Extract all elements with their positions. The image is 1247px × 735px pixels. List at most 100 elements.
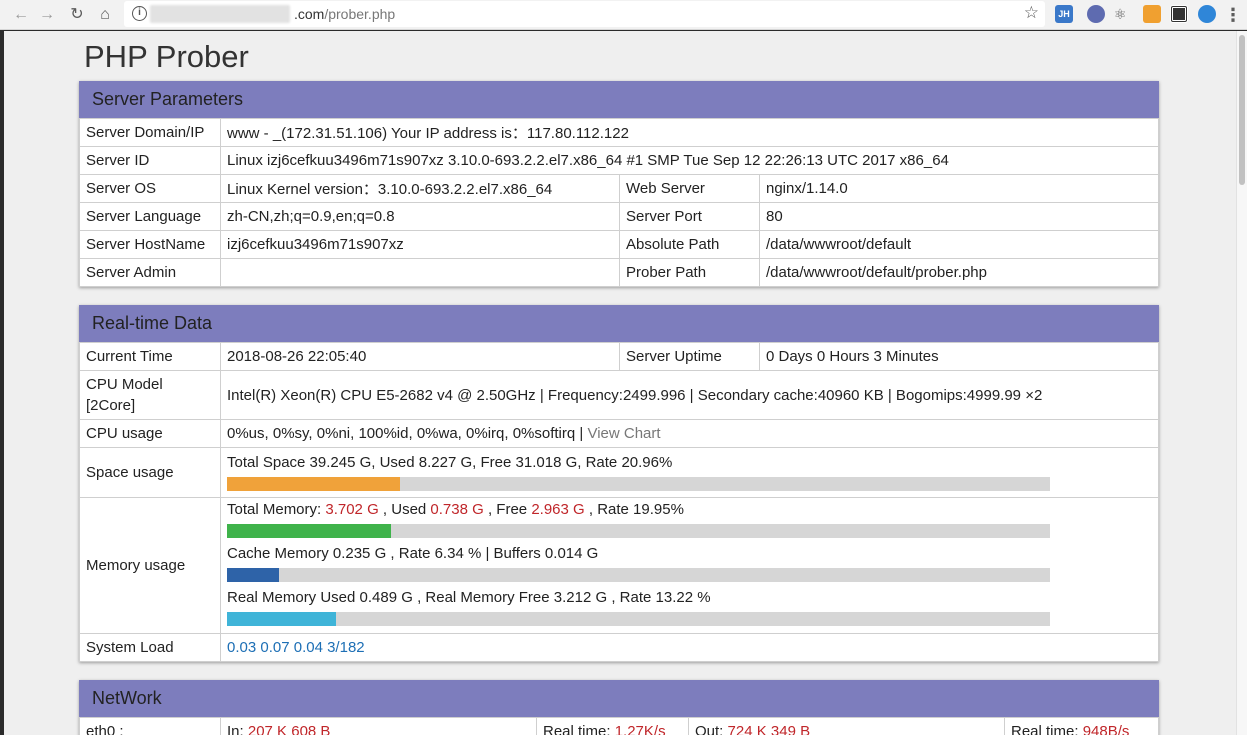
page-title: PHP Prober xyxy=(84,39,249,74)
table-row: eth0 : In: 207 K 608 B Real time: 1.27K/… xyxy=(79,717,1159,735)
space-text: Total Space 39.245 G, Used xyxy=(227,454,419,471)
back-icon[interactable]: ← xyxy=(10,4,32,26)
server-parameters-section: Server Parameters Server Domain/IP www -… xyxy=(79,81,1159,287)
table-row: Space usage Total Space 39.245 G, Used 8… xyxy=(79,447,1159,498)
table-row: System Load 0.03 0.07 0.04 3/182 xyxy=(79,633,1159,662)
net-in-value: 207 K 608 B xyxy=(247,723,331,735)
net-text: In: xyxy=(227,723,248,735)
extension-blue-icon[interactable] xyxy=(1198,5,1216,23)
extension-react-icon[interactable]: ⚛ xyxy=(1111,5,1129,23)
real-memory-bar-fill xyxy=(227,612,336,626)
memory-total-text: Total Memory: 3.702 G , Used 0.738 G , F… xyxy=(227,501,1152,518)
cell-label: Server Domain/IP xyxy=(79,118,221,147)
url-text: .com/prober.php xyxy=(294,6,395,22)
cell-value: Linux izj6cefkuu3496m71s907xz 3.10.0-693… xyxy=(220,146,1159,175)
net-text: Real time: xyxy=(1011,723,1083,735)
forward-icon[interactable]: → xyxy=(36,4,58,26)
table-row: Memory usage Total Memory: 3.702 G , Use… xyxy=(79,497,1159,634)
cell-label: Server HostName xyxy=(79,230,221,259)
net-rt-in-value: 1.27K/s xyxy=(614,723,666,735)
reload-icon[interactable]: ↻ xyxy=(66,4,88,26)
real-memory-text: Real Memory Used 0.489 G , Real Memory F… xyxy=(227,589,711,606)
view-chart-link[interactable]: View Chart xyxy=(587,425,660,442)
net-text: Out: xyxy=(695,723,728,735)
mem-used-value: 0.738 G xyxy=(430,501,484,518)
extension-qr-icon[interactable] xyxy=(1170,5,1188,23)
real-memory-bar xyxy=(227,612,1050,626)
net-rt-out-value: 948B/s xyxy=(1082,723,1130,735)
net-text: Real time: xyxy=(543,723,615,735)
mem-rate-text: , Rate 19.95% xyxy=(584,501,684,518)
extension-jh-icon[interactable]: JH xyxy=(1055,5,1073,23)
cell-value: Total Memory: 3.702 G , Used 0.738 G , F… xyxy=(220,497,1159,634)
section-header-server-parameters: Server Parameters xyxy=(79,81,1159,118)
cell-value: izj6cefkuu3496m71s907xz xyxy=(220,230,620,259)
table-row: Server Admin Prober Path /data/wwwroot/d… xyxy=(79,258,1159,287)
server-parameters-table: Server Domain/IP www - _(172.31.51.106) … xyxy=(79,118,1159,287)
site-info-icon[interactable]: i xyxy=(132,6,147,21)
url-path: /prober.php xyxy=(324,6,396,22)
cell-label: Absolute Path xyxy=(619,230,760,259)
table-row: Server Domain/IP www - _(172.31.51.106) … xyxy=(79,118,1159,147)
cell-label: Server Language xyxy=(79,202,221,231)
space-free-value: 31.018 xyxy=(515,454,562,471)
space-usage-text: Total Space 39.245 G, Used 8.227 G, Free… xyxy=(227,454,1152,471)
scrollbar-thumb[interactable] xyxy=(1239,35,1245,185)
cell-label: Server Admin xyxy=(79,258,221,287)
cell-label: Server ID xyxy=(79,146,221,175)
space-usage-bar-fill xyxy=(227,477,400,491)
table-row: CPU Model [2Core] Intel(R) Xeon(R) CPU E… xyxy=(79,370,1159,420)
table-row: Server OS Linux Kernel version：3.10.0-69… xyxy=(79,174,1159,203)
cell-value xyxy=(220,258,620,287)
vertical-scrollbar[interactable] xyxy=(1236,31,1247,735)
table-row: Current Time 2018-08-26 22:05:40 Server … xyxy=(79,342,1159,371)
space-used-value: 8.227 xyxy=(418,454,457,471)
cell-value: www - _(172.31.51.106) Your IP address i… xyxy=(220,118,1159,147)
table-row: Server HostName izj6cefkuu3496m71s907xz … xyxy=(79,230,1159,259)
cell-value: 0 Days 0 Hours 3 Minutes xyxy=(759,342,1159,371)
bookmark-star-icon[interactable]: ☆ xyxy=(1024,3,1039,23)
extension-yellow-icon[interactable] xyxy=(1143,5,1161,23)
space-text: G, Free xyxy=(456,454,516,471)
network-section: NetWork eth0 : In: 207 K 608 B Real time… xyxy=(79,680,1159,735)
space-usage-bar xyxy=(227,477,1050,491)
cpu-usage-text: 0%us, 0%sy, 0%ni, 100%id, 0%wa, 0%irq, 0… xyxy=(227,425,588,442)
cell-value: Real time: 948B/s xyxy=(1004,717,1159,735)
mem-text: , Used xyxy=(378,501,431,518)
system-load-value: 0.03 0.07 0.04 3/182 xyxy=(220,633,1159,662)
home-icon[interactable]: ⌂ xyxy=(94,4,116,26)
space-rate-text: G, Rate 20.96% xyxy=(561,454,673,471)
table-row: Server Language zh-CN,zh;q=0.9,en;q=0.8 … xyxy=(79,202,1159,231)
section-header-network: NetWork xyxy=(79,680,1159,717)
extension-globe-icon[interactable] xyxy=(1087,5,1105,23)
cell-label: System Load xyxy=(79,633,221,662)
mem-text: Total Memory: xyxy=(227,501,326,518)
page-content: PHP Prober Server Parameters Server Doma… xyxy=(4,31,1236,735)
browser-toolbar: ← → ↻ ⌂ i .com/prober.php ☆ JH ⚛ ⋮ xyxy=(0,0,1247,30)
mem-text: , Free xyxy=(483,501,532,518)
cell-value: 2018-08-26 22:05:40 xyxy=(220,342,620,371)
address-bar[interactable]: i .com/prober.php ☆ xyxy=(124,1,1045,27)
table-row: CPU usage 0%us, 0%sy, 0%ni, 100%id, 0%wa… xyxy=(79,419,1159,448)
cell-value: nginx/1.14.0 xyxy=(759,174,1159,203)
cell-label: Server OS xyxy=(79,174,221,203)
cell-label: Prober Path xyxy=(619,258,760,287)
cell-label: Server Port xyxy=(619,202,760,231)
cell-label: Space usage xyxy=(79,447,221,498)
menu-icon[interactable]: ⋮ xyxy=(1222,4,1244,26)
cell-value: /data/wwwroot/default xyxy=(759,230,1159,259)
cell-value: Intel(R) Xeon(R) CPU E5-2682 v4 @ 2.50GH… xyxy=(220,370,1159,420)
cell-label: CPU usage xyxy=(79,419,221,448)
cell-value: Total Space 39.245 G, Used 8.227 G, Free… xyxy=(220,447,1159,498)
cell-value: In: 207 K 608 B xyxy=(220,717,537,735)
interface-label: eth0 : xyxy=(79,717,221,735)
cell-value: 0%us, 0%sy, 0%ni, 100%id, 0%wa, 0%irq, 0… xyxy=(220,419,1159,448)
cell-label: Current Time xyxy=(79,342,221,371)
cell-value: /data/wwwroot/default/prober.php xyxy=(759,258,1159,287)
cell-value: Out: 724 K 349 B xyxy=(688,717,1005,735)
cell-label: Server Uptime xyxy=(619,342,760,371)
network-table: eth0 : In: 207 K 608 B Real time: 1.27K/… xyxy=(79,717,1159,735)
mem-total-value: 3.702 G xyxy=(325,501,379,518)
cell-label: Web Server xyxy=(619,174,760,203)
url-host: .com xyxy=(294,6,325,22)
